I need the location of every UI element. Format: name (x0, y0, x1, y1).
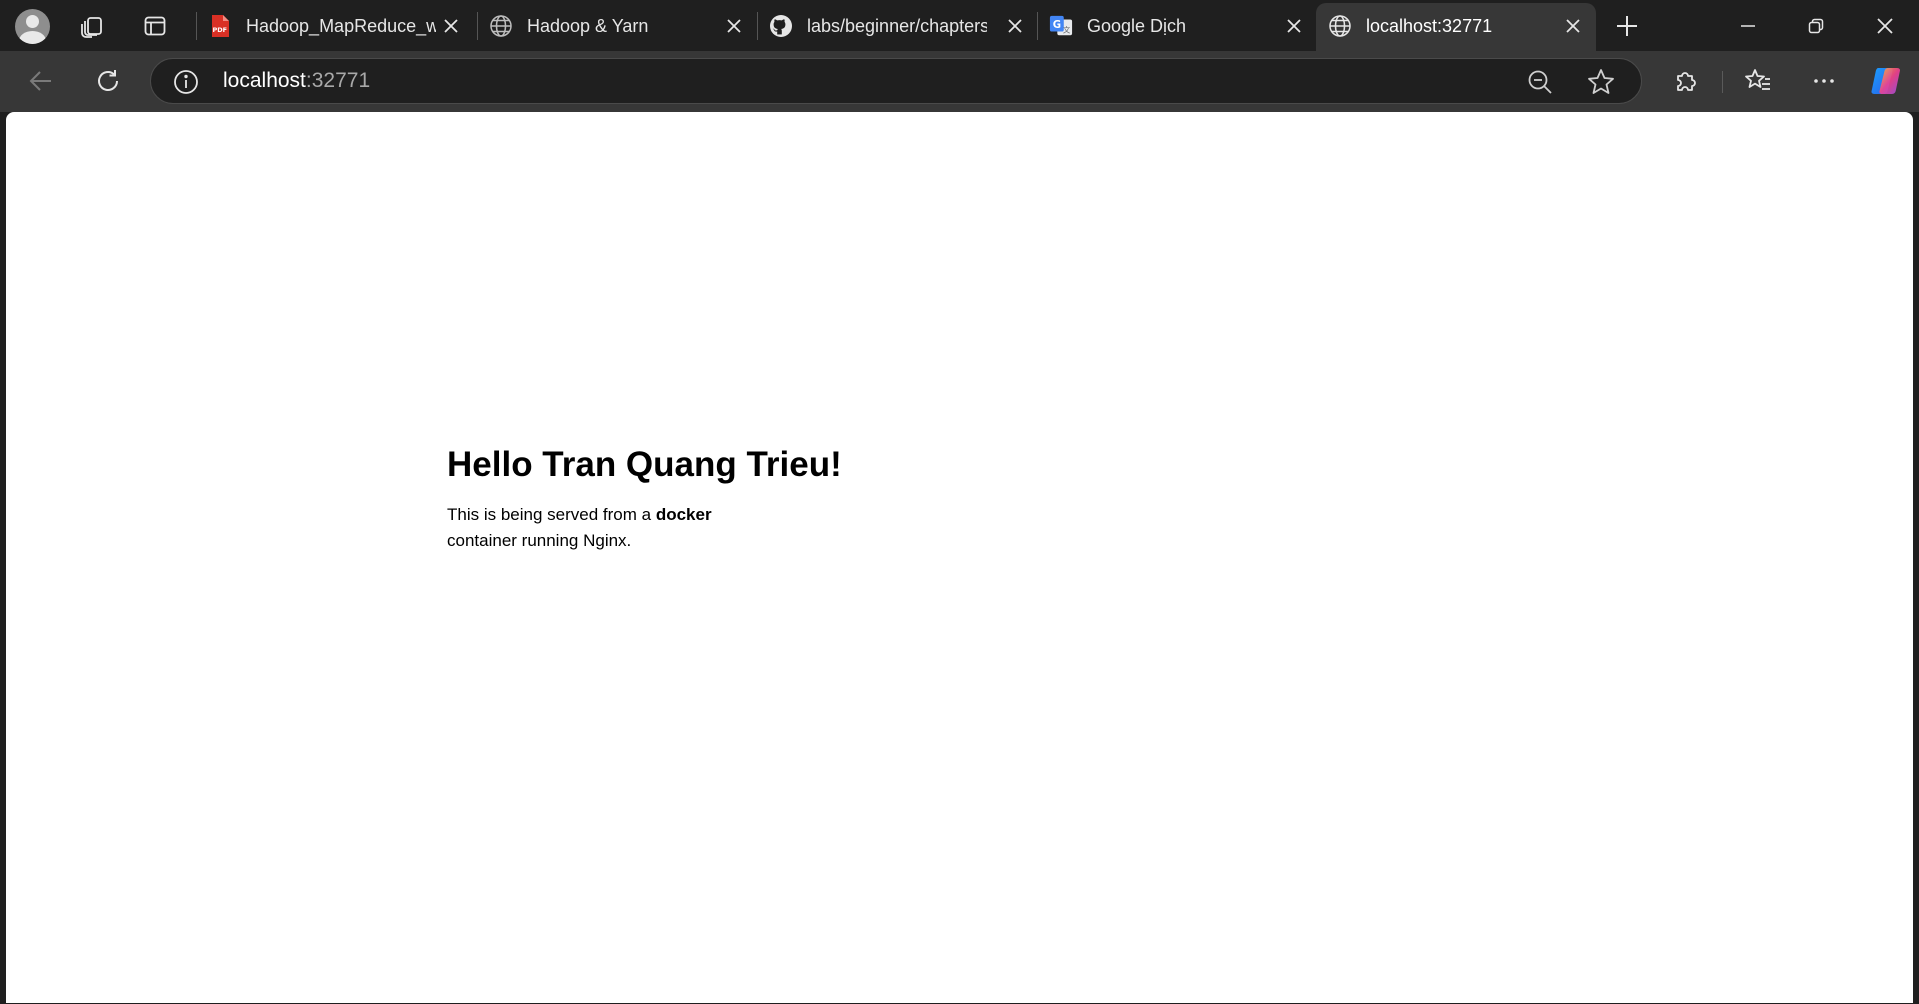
toolbar-divider (1722, 71, 1723, 93)
close-tab-button[interactable] (722, 14, 746, 38)
globe-icon (489, 14, 513, 38)
copilot-button[interactable] (1865, 59, 1909, 103)
svg-text:PDF: PDF (213, 26, 228, 34)
tab-hadoop-mapreduce[interactable]: PDF Hadoop_MapReduce_w (196, 0, 476, 51)
svg-text:文: 文 (1063, 25, 1071, 34)
address-bar[interactable]: localhost:32771 (150, 58, 1642, 104)
back-arrow-icon (29, 71, 51, 91)
minimize-icon (1741, 24, 1755, 27)
close-window-button[interactable] (1853, 0, 1917, 51)
tab-hadoop-yarn[interactable]: Hadoop & Yarn (477, 0, 757, 51)
restore-button[interactable] (1784, 0, 1848, 51)
page-heading: Hello Tran Quang Trieu! (447, 445, 842, 484)
url-text[interactable]: localhost:32771 (223, 59, 370, 103)
globe-icon (1328, 14, 1352, 38)
paragraph-text: This is being served from a (447, 505, 656, 524)
close-tab-button[interactable] (439, 14, 463, 38)
docker-keyword: docker (655, 505, 712, 524)
extensions-button[interactable] (1664, 59, 1708, 103)
tab-google-translate[interactable]: G 文 Google Dịch (1037, 0, 1317, 51)
svg-text:G: G (1053, 20, 1061, 31)
google-translate-icon: G 文 (1049, 14, 1073, 38)
plus-icon (1617, 16, 1637, 36)
close-icon (444, 19, 458, 33)
vertical-tabs-icon (144, 16, 166, 36)
close-icon (1566, 19, 1580, 33)
tab-localhost[interactable]: localhost:32771 (1316, 3, 1596, 51)
workspaces-icon (81, 17, 102, 38)
tab-title: localhost:32771 (1366, 16, 1493, 36)
browser-window: PDF Hadoop_MapReduce_w Hadoop & Yarn lab… (0, 0, 1919, 1004)
refresh-button[interactable] (86, 59, 130, 103)
toolbar: localhost:32771 (0, 51, 1919, 112)
copilot-icon (1871, 68, 1901, 94)
info-icon[interactable] (173, 69, 199, 95)
page-viewport: Hello Tran Quang Trieu! This is being se… (6, 112, 1913, 1003)
puzzle-icon (1677, 72, 1696, 91)
tab-title: labs/beginner/chapters/ (807, 16, 987, 36)
url-port: :32771 (305, 69, 371, 92)
settings-menu-button[interactable] (1802, 59, 1846, 103)
tab-title: Hadoop_MapReduce_w (246, 16, 436, 36)
github-icon (769, 14, 793, 38)
zoom-out-icon[interactable] (1526, 68, 1554, 96)
tab-strip: PDF Hadoop_MapReduce_w Hadoop & Yarn lab… (0, 0, 1919, 51)
workspaces-button[interactable] (71, 5, 113, 47)
page-paragraph: This is being served from a docker conta… (447, 502, 737, 554)
star-icon[interactable] (1586, 67, 1616, 97)
close-icon (727, 19, 741, 33)
close-icon (1287, 19, 1301, 33)
close-tab-button[interactable] (1282, 14, 1306, 38)
avatar (14, 8, 50, 44)
tab-github-labs[interactable]: labs/beginner/chapters/ (757, 0, 1037, 51)
close-icon (1877, 17, 1893, 34)
tab-title: Google Dịch (1087, 16, 1187, 36)
close-tab-button[interactable] (1561, 14, 1585, 38)
new-tab-button[interactable] (1606, 5, 1648, 47)
favorites-button[interactable] (1736, 59, 1780, 103)
minimize-button[interactable] (1716, 0, 1780, 51)
paragraph-text-end: container running Nginx. (447, 531, 632, 550)
refresh-icon (98, 70, 118, 91)
tab-title: Hadoop & Yarn (527, 16, 649, 36)
vertical-tabs-button[interactable] (134, 5, 176, 47)
close-icon (1008, 19, 1022, 33)
restore-icon (1808, 18, 1824, 33)
favorites-list-icon (1745, 69, 1770, 90)
url-host: localhost (223, 69, 306, 92)
back-button[interactable] (19, 59, 63, 103)
close-tab-button[interactable] (1003, 14, 1027, 38)
more-icon (1814, 79, 1834, 83)
profile-button[interactable] (11, 5, 53, 47)
page-content: Hello Tran Quang Trieu! This is being se… (447, 444, 867, 554)
pdf-icon: PDF (208, 14, 232, 38)
